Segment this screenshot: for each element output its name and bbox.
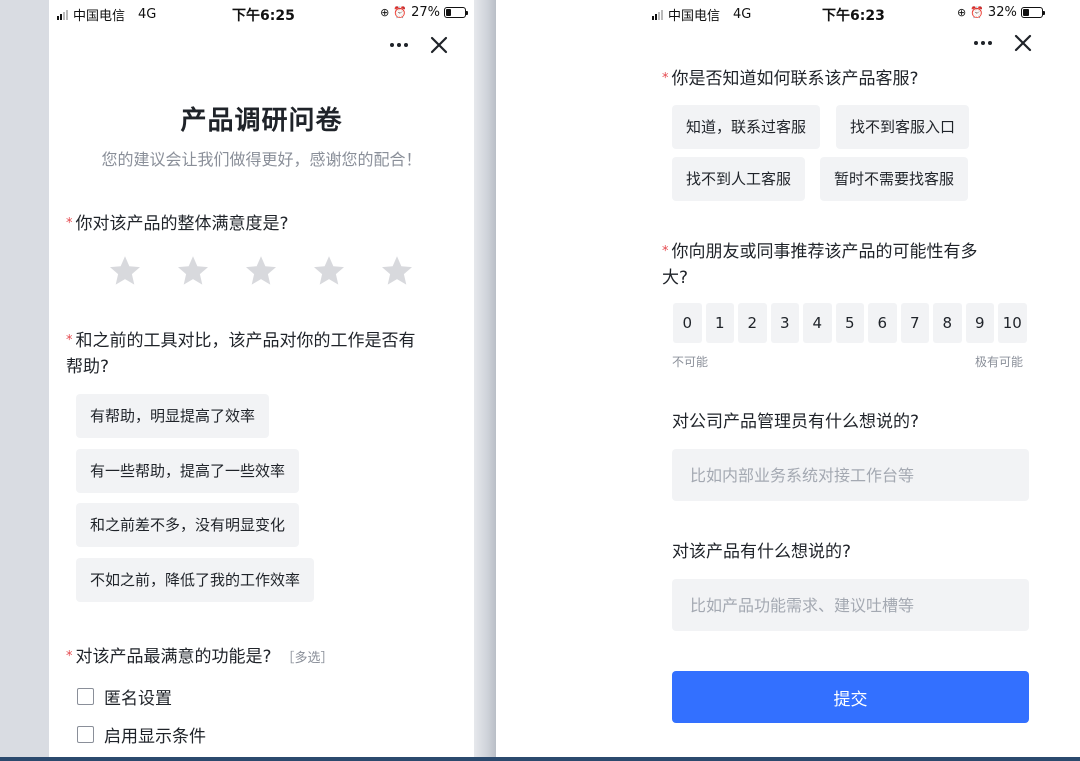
star-icon[interactable]	[175, 253, 211, 289]
option-chip[interactable]: 有一些帮助，提高了一些效率	[76, 449, 300, 493]
nps-option[interactable]: 0	[673, 303, 702, 343]
header-actions	[974, 32, 1034, 54]
option-chip[interactable]: 暂时不需要找客服	[820, 157, 969, 201]
question-text: 你是否知道如何联系该产品客服?	[671, 69, 919, 89]
question-text: 你对该产品的整体满意度是?	[75, 214, 289, 234]
option-chip[interactable]: 有帮助，明显提高了效率	[76, 394, 270, 438]
close-icon[interactable]	[1012, 32, 1034, 54]
signal-icon	[652, 9, 663, 20]
carrier-name: 中国电信	[73, 9, 126, 24]
alarm-icon: ⏰	[970, 6, 984, 19]
question-admin-feedback: 对公司产品管理员有什么想说的?	[672, 412, 920, 432]
more-icon[interactable]	[974, 41, 992, 45]
nps-option[interactable]: 10	[998, 303, 1027, 343]
status-bar: 中国电信 4G 下午6:23 ⊕ ⏰ 32%	[496, 0, 1080, 26]
nps-option[interactable]: 9	[965, 303, 994, 343]
option-chip[interactable]: 找不到客服入口	[836, 105, 970, 149]
multi-select-tag: ［多选］	[281, 651, 334, 666]
star-icon[interactable]	[379, 253, 415, 289]
battery-percent: 32%	[987, 5, 1017, 20]
star-icon[interactable]	[107, 253, 143, 289]
product-feedback-input[interactable]	[672, 579, 1029, 631]
submit-button[interactable]: 提交	[672, 671, 1029, 723]
status-time: 下午6:25	[232, 8, 295, 24]
nps-option[interactable]: 7	[900, 303, 929, 343]
required-mark: *	[662, 244, 669, 259]
star-rating	[107, 253, 415, 289]
battery-percent: 27%	[411, 5, 440, 20]
checkbox[interactable]	[77, 726, 94, 743]
question-text-line2: 大?	[662, 268, 689, 288]
more-icon[interactable]	[390, 43, 408, 47]
required-mark: *	[662, 71, 669, 86]
question-satisfaction: * 你对该产品的整体满意度是?	[66, 211, 289, 237]
question-favorite-features: * 对该产品最满意的功能是? ［多选］	[66, 644, 334, 672]
status-carrier-group: 中国电信 4G	[57, 5, 156, 24]
required-mark: *	[66, 216, 73, 231]
question-contact-support: * 你是否知道如何联系该产品客服?	[662, 66, 919, 92]
left-phone-screen: 中国电信 4G 下午6:25 ⊕ ⏰ 27% 产品调研问卷 您的建议会让我们做得…	[49, 0, 474, 757]
admin-feedback-input[interactable]	[672, 449, 1029, 501]
star-icon[interactable]	[243, 253, 279, 289]
right-phone-screen: 中国电信 4G 下午6:23 ⊕ ⏰ 32% * 你是否知道如何联系该产品客服? …	[496, 0, 1080, 757]
battery-icon	[1020, 7, 1045, 18]
checkbox-option[interactable]: 启用显示条件	[77, 722, 206, 747]
nps-scale: 0 1 2 3 4 5 6 7 8 9 10	[673, 303, 1027, 343]
nps-option[interactable]: 2	[738, 303, 767, 343]
star-icon[interactable]	[311, 253, 347, 289]
nps-option[interactable]: 1	[705, 303, 734, 343]
question-text-line2: 帮助?	[66, 357, 110, 377]
nps-option[interactable]: 8	[933, 303, 962, 343]
nps-option[interactable]: 4	[803, 303, 832, 343]
checkbox-label: 匿名设置	[104, 689, 172, 709]
lock-rotation-icon: ⊕	[380, 6, 390, 19]
alarm-icon: ⏰	[393, 6, 408, 19]
question-text-line1: 和之前的工具对比，该产品对你的工作是否有	[75, 331, 416, 351]
option-chip[interactable]: 知道，联系过客服	[672, 105, 821, 149]
nps-option[interactable]: 6	[868, 303, 897, 343]
nps-option[interactable]: 3	[770, 303, 799, 343]
bottom-edge	[0, 757, 1080, 761]
status-carrier-group: 中国电信 4G	[652, 5, 751, 24]
question-recommend: * 你向朋友或同事推荐该产品的可能性有多 大?	[662, 239, 1022, 291]
nps-low-label: 不可能	[672, 355, 709, 369]
checkbox-label: 启用显示条件	[104, 727, 206, 747]
checkbox[interactable]	[77, 688, 94, 705]
required-mark: *	[66, 649, 73, 664]
nps-high-label: 极有可能	[975, 355, 1024, 369]
question-helpfulness: * 和之前的工具对比，该产品对你的工作是否有 帮助?	[66, 328, 461, 380]
page-subtitle: 您的建议会让我们做得更好，感谢您的配合！	[101, 150, 422, 169]
question-product-feedback: 对该产品有什么想说的?	[672, 542, 852, 562]
option-chip[interactable]: 和之前差不多，没有明显变化	[76, 503, 300, 547]
battery-icon	[444, 7, 468, 18]
question-text-line1: 你向朋友或同事推荐该产品的可能性有多	[671, 242, 978, 262]
option-chip[interactable]: 找不到人工客服	[672, 157, 806, 201]
network-type: 4G	[733, 7, 752, 22]
screen-divider	[474, 0, 496, 757]
required-mark: *	[66, 333, 73, 348]
status-bar: 中国电信 4G 下午6:25 ⊕ ⏰ 27%	[49, 0, 474, 26]
signal-icon	[57, 9, 68, 20]
status-right-group: ⊕ ⏰ 27%	[380, 5, 468, 20]
status-right-group: ⊕ ⏰ 32%	[957, 5, 1045, 20]
page-title: 产品调研问卷	[180, 106, 343, 136]
header-actions	[390, 34, 450, 56]
checkbox-option[interactable]: 匿名设置	[77, 684, 172, 709]
question-text: 对该产品最满意的功能是?	[75, 647, 272, 667]
nps-option[interactable]: 5	[835, 303, 864, 343]
option-chip[interactable]: 不如之前，降低了我的工作效率	[76, 558, 315, 602]
status-time: 下午6:23	[822, 8, 885, 24]
network-type: 4G	[138, 7, 157, 22]
lock-rotation-icon: ⊕	[957, 6, 967, 19]
close-icon[interactable]	[428, 34, 450, 56]
carrier-name: 中国电信	[668, 9, 721, 24]
